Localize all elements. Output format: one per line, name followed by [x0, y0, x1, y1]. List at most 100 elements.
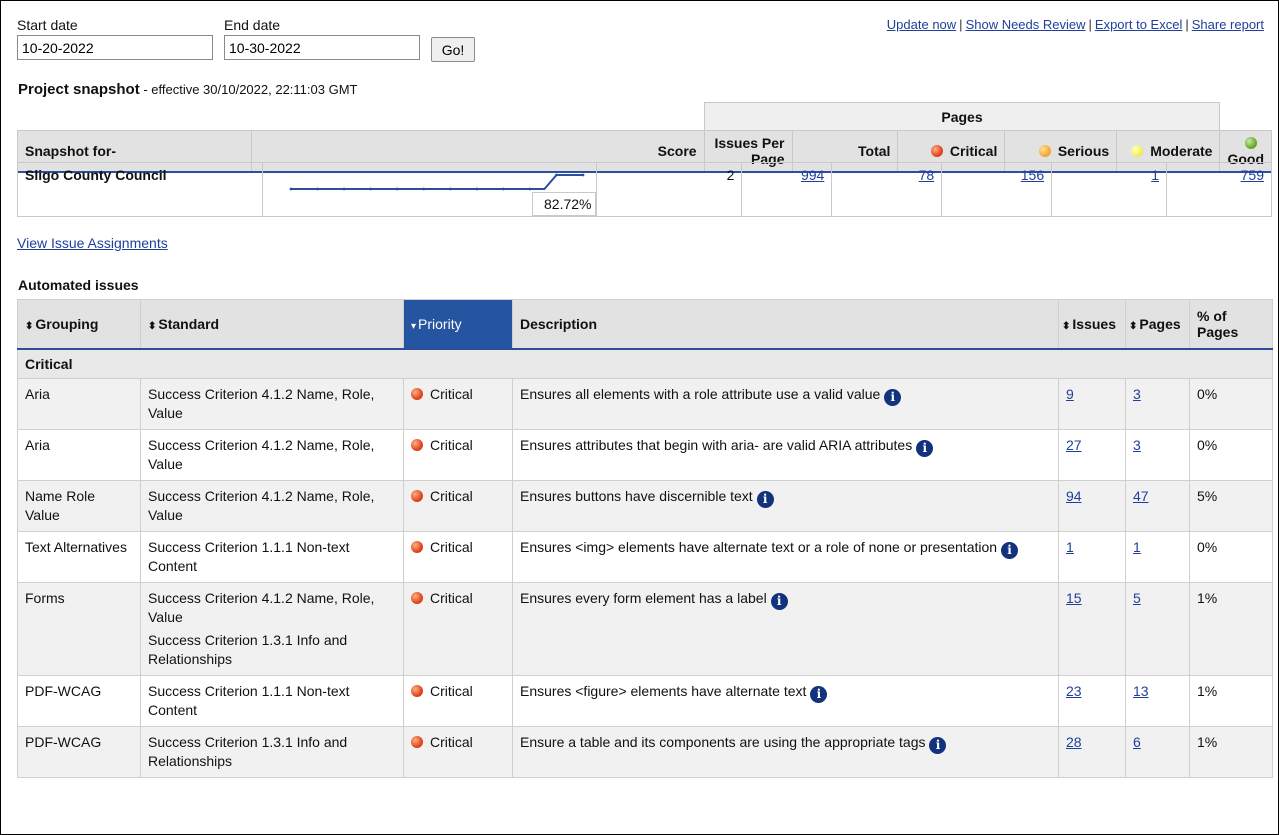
standard-text: Success Criterion 4.1.2 Name, Role, Valu…	[148, 590, 375, 625]
link-separator: |	[1185, 17, 1189, 32]
standard-cell: Success Criterion 1.3.1 Info and Relatio…	[140, 726, 404, 778]
standard-cell: Success Criterion 4.1.2 Name, Role, Valu…	[140, 480, 404, 532]
issues-cell: 23	[1058, 675, 1126, 727]
trend-point	[475, 187, 479, 191]
description-cell: Ensures <img> elements have alternate te…	[512, 531, 1059, 583]
pages-cell: 1	[1125, 531, 1190, 583]
total-pages-cell: 994	[741, 162, 833, 217]
pages-count-link[interactable]: 5	[1133, 590, 1141, 606]
issues-count-link[interactable]: 27	[1066, 437, 1082, 453]
issue-row: Aria Success Criterion 4.1.2 Name, Role, …	[17, 378, 1273, 430]
pages-count-link[interactable]: 6	[1133, 734, 1141, 750]
total-pages-link[interactable]: 994	[801, 167, 824, 183]
moderate-pages-link[interactable]: 1	[1151, 167, 1159, 183]
pages-cell: 3	[1125, 429, 1190, 481]
pages-cell: 5	[1125, 582, 1190, 676]
end-date-label: End date	[224, 17, 281, 33]
issues-per-page-value: 2	[596, 162, 743, 217]
standard-text: Success Criterion 4.1.2 Name, Role, Valu…	[148, 386, 375, 421]
issues-count-link[interactable]: 23	[1066, 683, 1082, 699]
critical-dot-icon	[930, 145, 943, 157]
standard-text: Success Criterion 4.1.2 Name, Role, Valu…	[148, 437, 375, 472]
view-issue-assignments-link[interactable]: View Issue Assignments	[17, 235, 168, 251]
priority-cell: Critical	[403, 675, 513, 727]
standard-cell: Success Criterion 4.1.2 Name, Role, Valu…	[140, 429, 404, 481]
pct-pages-cell: 0%	[1189, 378, 1273, 430]
sort-icon: ⬍	[148, 320, 157, 332]
info-icon[interactable]: i	[916, 440, 934, 457]
pages-count-link[interactable]: 13	[1133, 683, 1149, 699]
info-icon[interactable]: i	[884, 389, 902, 406]
standard-text: Success Criterion 4.1.2 Name, Role, Valu…	[148, 488, 375, 523]
grouping-column-header[interactable]: ⬍ Grouping	[17, 299, 141, 350]
description-cell: Ensure a table and its components are us…	[512, 726, 1059, 778]
pages-count-link[interactable]: 1	[1133, 539, 1141, 555]
trend-point	[581, 173, 585, 177]
trend-point	[315, 187, 319, 191]
standard-column-header[interactable]: ⬍ Standard	[140, 299, 404, 350]
trend-line	[290, 174, 583, 190]
priority-cell: Critical	[403, 429, 513, 481]
update-now-link[interactable]: Update now	[887, 17, 956, 32]
description-cell: Ensures all elements with a role attribu…	[512, 378, 1059, 430]
grouping-cell: Text Alternatives	[17, 531, 141, 583]
critical-pages-link[interactable]: 78	[919, 167, 935, 183]
share-report-link[interactable]: Share report	[1192, 17, 1264, 32]
trend-point	[528, 187, 532, 191]
issues-count-link[interactable]: 15	[1066, 590, 1082, 606]
snapshot-site-name: Sligo County Council	[17, 162, 263, 217]
priority-group-critical: Critical	[17, 348, 1273, 379]
issues-count-link[interactable]: 1	[1066, 539, 1074, 555]
good-dot-icon	[1245, 137, 1257, 149]
critical-pages-cell: 78	[831, 162, 943, 217]
trend-point	[554, 173, 558, 177]
info-icon[interactable]: i	[810, 686, 828, 703]
grouping-cell: PDF-WCAG	[17, 726, 141, 778]
show-needs-review-link[interactable]: Show Needs Review	[966, 17, 1086, 32]
snapshot-title: Project snapshot	[18, 81, 140, 98]
go-button[interactable]: Go!	[431, 37, 475, 62]
pages-count-link[interactable]: 3	[1133, 437, 1141, 453]
standard-cell: Success Criterion 1.1.1 Non-text Content	[140, 675, 404, 727]
pct-pages-cell: 1%	[1189, 726, 1273, 778]
snapshot-data-table: Sligo County Council 82.72% 2 994 78 156…	[17, 162, 1272, 217]
trend-point	[501, 187, 505, 191]
pct-pages-cell: 0%	[1189, 429, 1273, 481]
issues-count-link[interactable]: 28	[1066, 734, 1082, 750]
info-icon[interactable]: i	[1001, 542, 1019, 559]
start-date-input[interactable]	[17, 35, 213, 60]
serious-pages-link[interactable]: 156	[1021, 167, 1044, 183]
link-separator: |	[1088, 17, 1092, 32]
score-value: 82.72%	[532, 192, 597, 216]
standard-text: Success Criterion 1.1.1 Non-text Content	[148, 683, 350, 718]
issues-column-header[interactable]: ⬍ Issues	[1058, 299, 1126, 350]
trend-point	[395, 187, 399, 191]
export-to-excel-link[interactable]: Export to Excel	[1095, 17, 1182, 32]
standard-cell: Success Criterion 4.1.2 Name, Role, Valu…	[140, 378, 404, 430]
description-cell: Ensures <figure> elements have alternate…	[512, 675, 1059, 727]
standard-text: Success Criterion 1.3.1 Info and Relatio…	[148, 632, 348, 667]
issues-count-link[interactable]: 94	[1066, 488, 1082, 504]
issue-row: Name Role Value Success Criterion 4.1.2 N…	[17, 480, 1273, 532]
info-icon[interactable]: i	[756, 491, 774, 508]
score-cell: 82.72%	[261, 162, 598, 217]
pct-pages-cell: 1%	[1189, 582, 1273, 676]
info-icon[interactable]: i	[929, 737, 947, 754]
automated-issues-table: ⬍ Grouping ⬍ Standard ▾ Priority Descriptio…	[17, 299, 1273, 778]
description-column-header: Description	[512, 299, 1059, 350]
info-icon[interactable]: i	[770, 593, 788, 610]
pages-count-link[interactable]: 3	[1133, 386, 1141, 402]
pages-column-header[interactable]: ⬍ Pages	[1125, 299, 1190, 350]
issues-count-link[interactable]: 9	[1066, 386, 1074, 402]
priority-column-header[interactable]: ▾ Priority	[403, 299, 513, 350]
description-cell: Ensures every form element has a label i	[512, 582, 1059, 676]
trend-point	[289, 187, 293, 191]
sort-desc-icon: ▾	[411, 320, 417, 332]
good-pages-cell: 759	[1166, 162, 1272, 217]
pages-count-link[interactable]: 47	[1133, 488, 1149, 504]
good-pages-link[interactable]: 759	[1241, 167, 1264, 183]
issue-row: Aria Success Criterion 4.1.2 Name, Role, …	[17, 429, 1273, 481]
end-date-input[interactable]	[224, 35, 420, 60]
grouping-cell: Aria	[17, 429, 141, 481]
automated-issues-title: Automated issues	[18, 277, 139, 293]
